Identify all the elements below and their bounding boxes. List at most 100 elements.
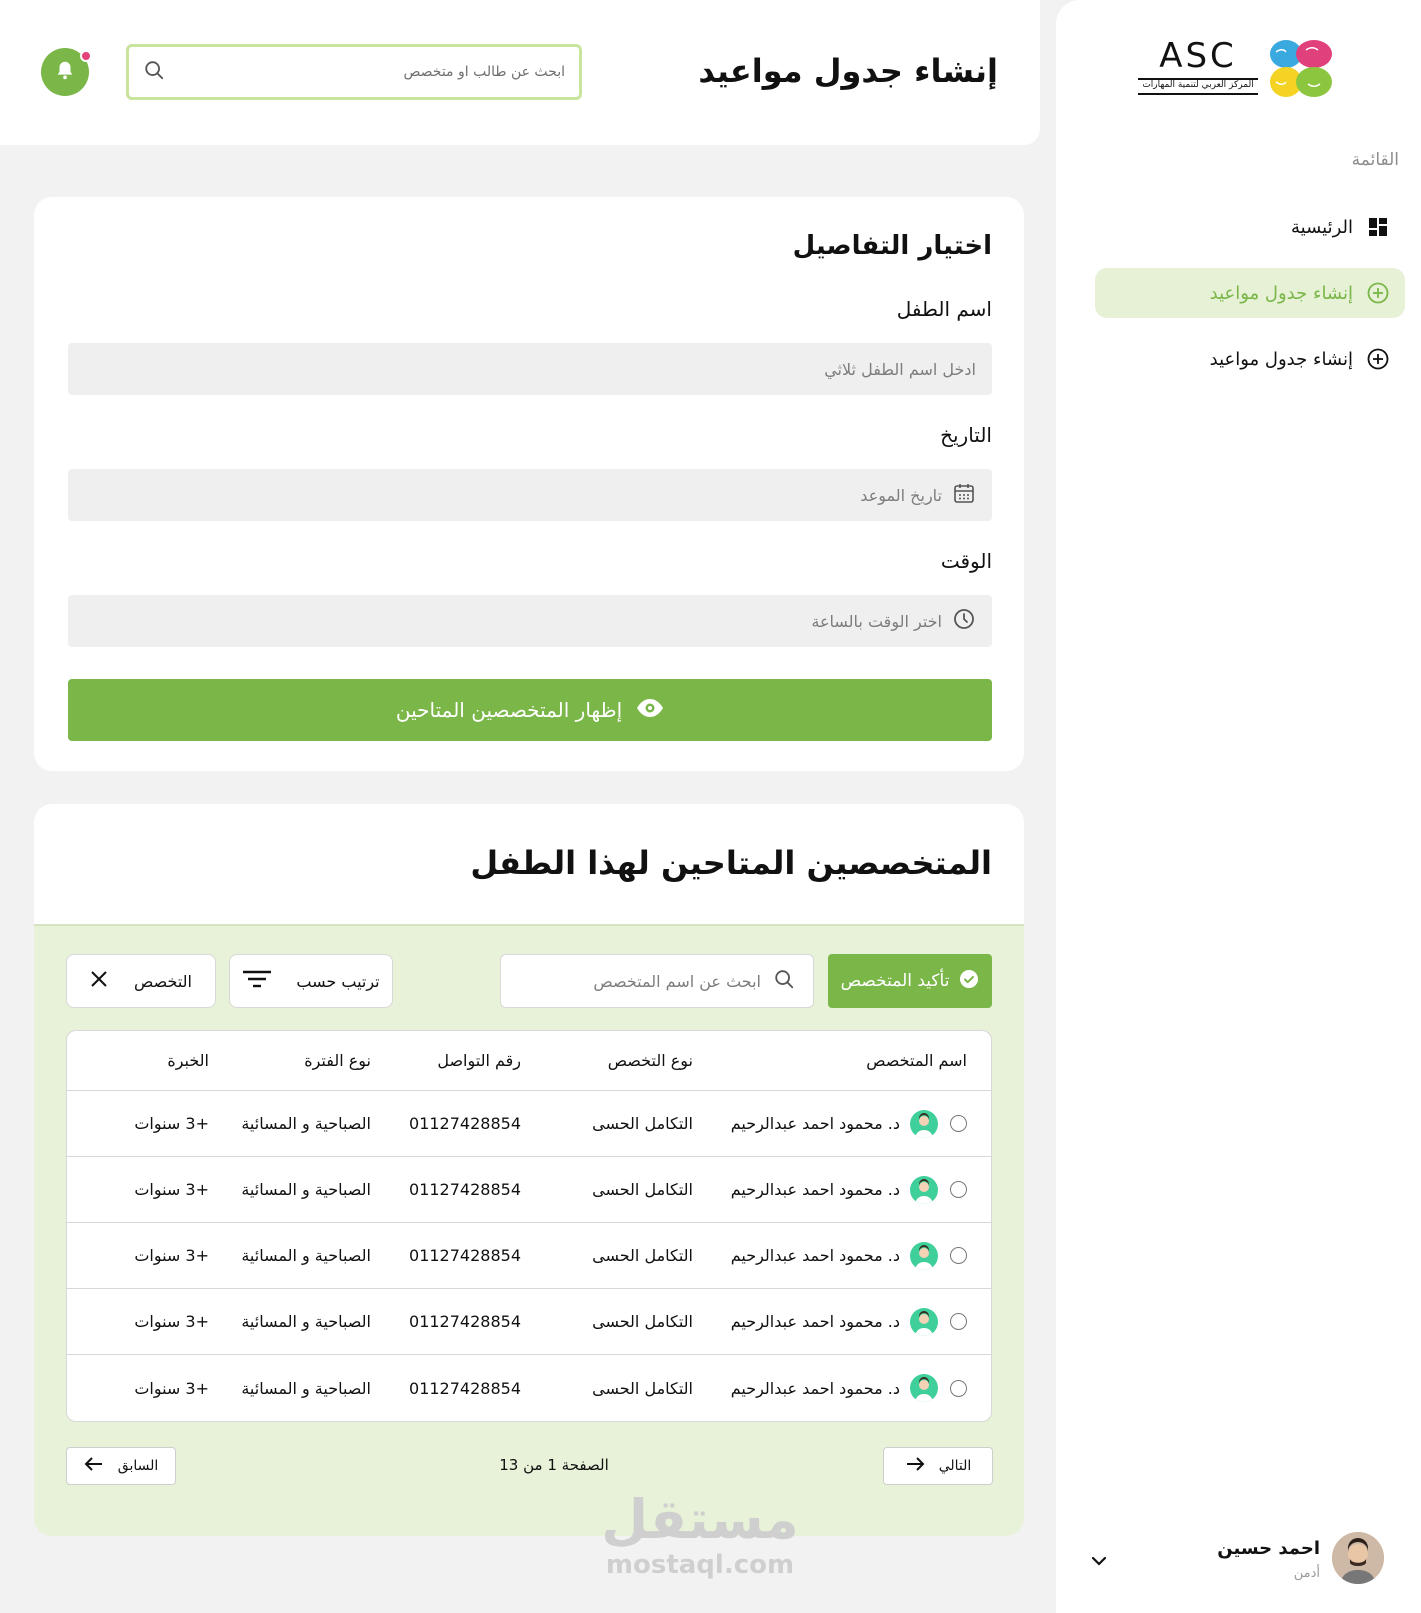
plus-circle-icon [1367,282,1389,304]
logo[interactable]: ASC المركز العربي لتنمية المهارات [1138,36,1358,104]
select-radio[interactable] [950,1313,967,1330]
sort-label: ترتيب حسب [296,971,380,991]
time-field[interactable]: اختر الوقت بالساعة [68,595,992,647]
pagination-info: الصفحة 1 من 13 [499,1456,609,1474]
specialists-title: المتخصصين المتاحين لهذا الطفل [470,844,992,882]
check-circle-icon [959,969,979,994]
column-header-type: نوع التخصص [607,1051,693,1070]
logo-text: ASC [1159,36,1237,76]
table-row[interactable]: د. محمود احمد عبدالرحيم التكامل الحسى 01… [67,1289,991,1355]
brain-logo-icon [1270,40,1332,97]
specialist-period: الصباحية و المسائية [241,1246,371,1265]
specialist-experience: +3 سنوات [134,1312,209,1331]
prev-page-label: السابق [117,1458,159,1474]
sidebar-item-home[interactable]: الرئيسية [1095,202,1405,252]
specialists-card: المتخصصين المتاحين لهذا الطفل تأكيد المت… [34,804,1024,1536]
time-label: الوقت [940,549,992,573]
date-field[interactable]: تاريخ الموعد [68,469,992,521]
plus-circle-icon [1367,348,1389,370]
time-placeholder: اختر الوقت بالساعة [811,611,942,631]
dashboard-icon [1367,216,1389,238]
specialist-avatar [910,1374,938,1402]
specialist-search-input[interactable]: ابحث عن اسم المتخصص [500,954,814,1008]
confirm-specialist-button[interactable]: تأكيد المتخصص [828,954,992,1008]
specialist-experience: +3 سنوات [134,1114,209,1133]
chevron-down-icon[interactable] [1088,1550,1110,1572]
search-placeholder: ابحث عن طالب او متخصص [403,64,565,80]
specialist-avatar [910,1307,938,1336]
table-row[interactable]: د. محمود احمد عبدالرحيم التكامل الحسى 01… [67,1157,991,1223]
select-radio[interactable] [950,1115,967,1132]
arrow-right-icon [905,1456,925,1476]
arrow-left-icon [84,1456,104,1476]
sidebar-item-create-schedule-active[interactable]: إنشاء جدول مواعيد [1095,268,1405,318]
column-header-name: اسم المتخصص [866,1051,967,1070]
specialist-search-placeholder: ابحث عن اسم المتخصص [593,971,761,991]
show-specialists-label: إظهار المتخصصين المتاحين [395,698,623,722]
specialist-phone: 01127428854 [409,1114,521,1133]
table-row[interactable]: د. محمود احمد عبدالرحيم التكامل الحسى 01… [67,1223,991,1289]
sidebar-item-create-schedule[interactable]: إنشاء جدول مواعيد [1095,334,1405,384]
specialist-type: التكامل الحسى [592,1378,693,1398]
specialist-period: الصباحية و المسائية [241,1312,371,1331]
table-row[interactable]: د. محمود احمد عبدالرحيم التكامل الحسى 01… [67,1355,991,1421]
notification-badge [80,50,92,62]
table-row[interactable]: د. محمود احمد عبدالرحيم التكامل الحسى 01… [67,1091,991,1157]
top-header: إنشاء جدول مواعيد ابحث عن طالب او متخصص [0,0,1040,145]
show-specialists-button[interactable]: إظهار المتخصصين المتاحين [68,679,992,741]
next-page-button[interactable]: التالي [883,1447,993,1485]
page-title: إنشاء جدول مواعيد [698,52,998,90]
watermark-english: mostaql.com [605,1550,795,1580]
column-header-experience: الخبرة [167,1051,209,1070]
sort-button[interactable]: ترتيب حسب [229,954,393,1008]
next-page-label: التالي [938,1458,972,1474]
specialist-name: د. محمود احمد عبدالرحيم [730,1114,900,1133]
menu-title: القائمة [1351,150,1399,170]
specialist-type: التكامل الحسى [592,1114,693,1133]
sidebar: ASC المركز العربي لتنمية المهارات القائم… [1056,0,1421,1613]
confirm-specialist-label: تأكيد المتخصص [840,971,950,991]
sidebar-item-label: الرئيسية [1291,216,1353,238]
sidebar-item-label: إنشاء جدول مواعيد [1209,282,1353,304]
prev-page-button[interactable]: السابق [66,1447,176,1485]
specialist-phone: 01127428854 [409,1246,521,1265]
specialist-phone: 01127428854 [409,1312,521,1331]
specialists-header: المتخصصين المتاحين لهذا الطفل [34,804,1024,926]
date-label: التاريخ [940,423,992,447]
specialist-avatar [910,1175,938,1204]
specialist-experience: +3 سنوات [134,1180,209,1199]
date-placeholder: تاريخ الموعد [860,485,942,505]
select-radio[interactable] [950,1379,967,1397]
select-radio[interactable] [950,1181,967,1198]
watermark-arabic: مستقل [601,1488,799,1551]
specialist-name: د. محمود احمد عبدالرحيم [730,1378,900,1398]
specialist-name: د. محمود احمد عبدالرحيم [730,1312,900,1331]
specialty-filter-chip[interactable]: التخصص [66,954,216,1008]
close-icon[interactable] [90,970,108,992]
details-card: اختيار التفاصيل اسم الطفل ادخل اسم الطفل… [34,197,1024,771]
specialist-period: الصباحية و المسائية [241,1180,371,1199]
specialist-type: التكامل الحسى [592,1312,693,1331]
search-icon [773,968,795,994]
child-name-placeholder: ادخل اسم الطفل ثلاثي [824,359,976,379]
specialist-period: الصباحية و المسائية [241,1378,371,1398]
watermark: مستقل mostaql.com [600,1488,800,1581]
sidebar-item-label: إنشاء جدول مواعيد [1209,348,1353,370]
specialist-avatar [910,1241,938,1270]
select-radio[interactable] [950,1247,967,1264]
specialist-experience: +3 سنوات [134,1246,209,1265]
user-name: احمد حسين [1217,1538,1320,1559]
specialist-name: د. محمود احمد عبدالرحيم [730,1246,900,1265]
child-name-field[interactable]: ادخل اسم الطفل ثلاثي [68,343,992,395]
logo-subtitle: المركز العربي لتنمية المهارات [1142,80,1254,90]
specialist-phone: 01127428854 [409,1180,521,1199]
user-profile[interactable]: احمد حسين أدمن [1084,1530,1394,1590]
column-header-period: نوع الفترة [304,1051,371,1070]
child-name-label: اسم الطفل [896,297,992,321]
specialist-type: التكامل الحسى [592,1180,693,1199]
search-icon [143,59,165,85]
details-title: اختيار التفاصيل [792,231,992,261]
specialist-type: التكامل الحسى [592,1246,693,1265]
filter-lines-icon [242,969,272,993]
global-search-input[interactable]: ابحث عن طالب او متخصص [126,44,582,100]
